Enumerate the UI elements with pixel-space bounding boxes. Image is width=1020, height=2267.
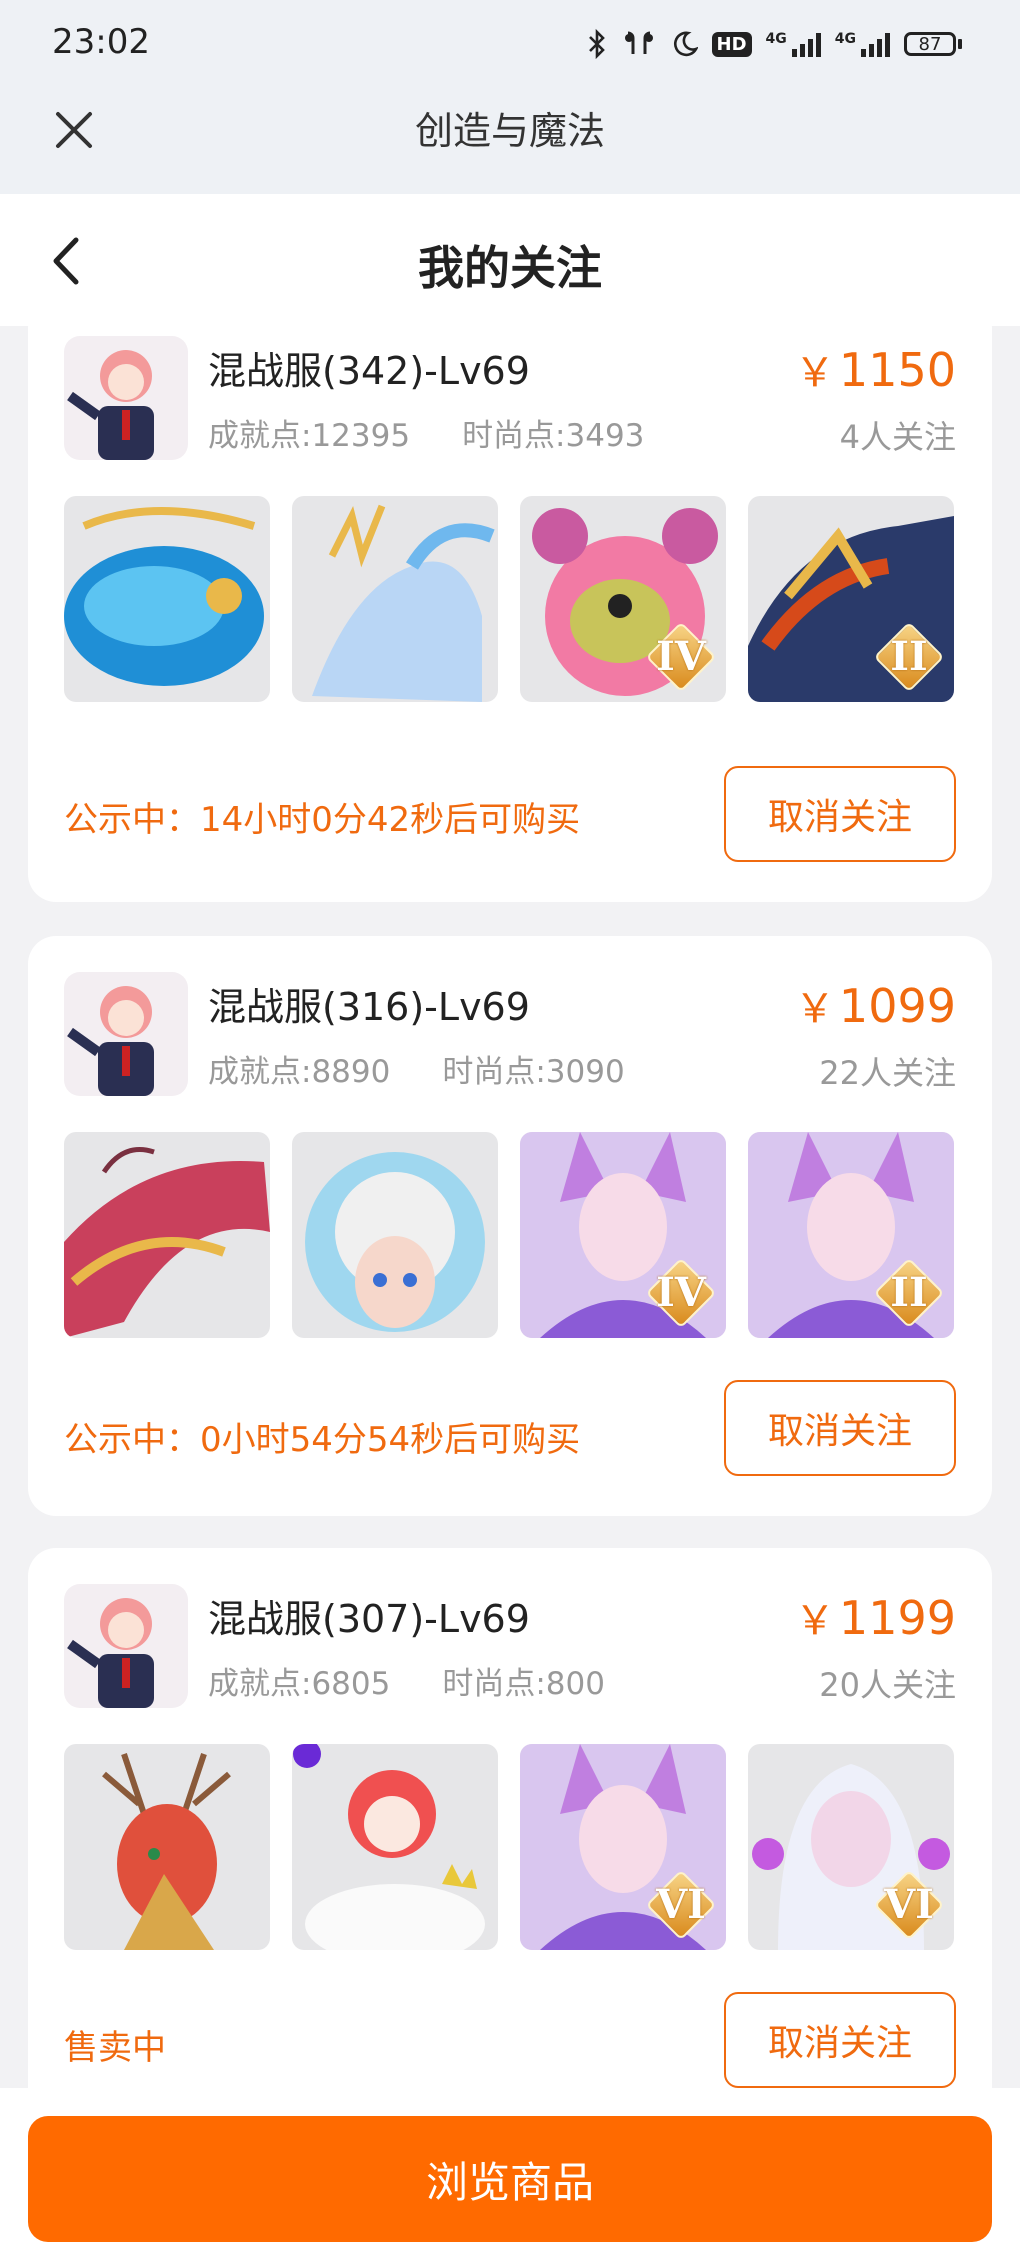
- achievement-points: 成就点:12395: [208, 418, 411, 454]
- bluetooth-icon: [586, 28, 608, 60]
- item-thumbnails: VI VI: [64, 1744, 954, 1950]
- listing-card[interactable]: 混战服(307)-Lv69 成就点:6805 时尚点:800 ￥1199 20人关…: [28, 1548, 992, 2088]
- signal-icon: 4G: [766, 31, 821, 57]
- achievement-points: 成就点:8890: [208, 1054, 391, 1090]
- browse-products-button[interactable]: 浏览商品: [28, 2116, 992, 2242]
- rank-badge: II: [873, 621, 945, 693]
- fashion-points: 时尚点:3090: [442, 1054, 625, 1090]
- moon-icon: [670, 30, 698, 58]
- earbuds-icon: [622, 29, 656, 59]
- item-thumbnail[interactable]: [64, 496, 270, 702]
- listing-card[interactable]: 混战服(316)-Lv69 成就点:8890 时尚点:3090 ￥1099 22人…: [28, 936, 992, 1516]
- rank-badge: IV: [645, 621, 717, 693]
- item-thumbnail[interactable]: [292, 1744, 498, 1950]
- follower-count: 22人关注: [819, 1054, 956, 1092]
- battery-icon: 87: [904, 32, 962, 56]
- item-thumbnail[interactable]: II: [748, 1132, 954, 1338]
- follower-count: 4人关注: [839, 418, 956, 456]
- unfollow-button[interactable]: 取消关注: [724, 1380, 956, 1476]
- stats: 成就点:12395 时尚点:3493: [208, 410, 644, 455]
- unfollow-button[interactable]: 取消关注: [724, 1992, 956, 2088]
- item-thumbnails: IV II: [64, 496, 954, 702]
- sale-status: 公示中：0小时54分54秒后可购买: [64, 1420, 581, 1460]
- sale-status: 售卖中: [64, 2028, 166, 2068]
- fashion-points: 时尚点:800: [442, 1666, 605, 1702]
- status-icons: HD 4G 4G 87: [586, 24, 962, 64]
- listing-card[interactable]: 混战服(342)-Lv69 成就点:12395 时尚点:3493 ￥1150 4人…: [28, 300, 992, 902]
- price: ￥1150: [794, 343, 956, 397]
- item-thumbnail[interactable]: [64, 1132, 270, 1338]
- item-thumbnail[interactable]: [64, 1744, 270, 1950]
- achievement-points: 成就点:6805: [208, 1666, 391, 1702]
- avatar: [64, 972, 188, 1096]
- avatar: [64, 336, 188, 460]
- item-thumbnail[interactable]: [292, 1132, 498, 1338]
- follower-count: 20人关注: [819, 1666, 956, 1704]
- app-title: 创造与魔法: [414, 109, 605, 153]
- stats: 成就点:6805 时尚点:800: [208, 1658, 605, 1703]
- item-thumbnail[interactable]: II: [748, 496, 954, 702]
- bottom-bar: 浏览商品: [0, 2088, 1020, 2267]
- status-time: 23:02: [52, 22, 150, 62]
- price: ￥1199: [794, 1591, 956, 1645]
- unfollow-button[interactable]: 取消关注: [724, 766, 956, 862]
- fashion-points: 时尚点:3493: [462, 418, 645, 454]
- item-thumbnail[interactable]: IV: [520, 496, 726, 702]
- item-thumbnail[interactable]: VI: [748, 1744, 954, 1950]
- item-thumbnail[interactable]: [292, 496, 498, 702]
- avatar: [64, 1584, 188, 1708]
- rank-badge: VI: [645, 1869, 717, 1941]
- stats: 成就点:8890 时尚点:3090: [208, 1046, 625, 1091]
- rank-badge: II: [873, 1257, 945, 1329]
- sale-status: 公示中：14小时0分42秒后可购买: [64, 800, 581, 840]
- rank-badge: VI: [873, 1869, 945, 1941]
- item-thumbnail[interactable]: VI: [520, 1744, 726, 1950]
- top-bar: 23:02 HD 4G 4G 87 创造与魔法: [0, 0, 1020, 194]
- battery-level: 87: [904, 32, 956, 56]
- item-thumbnail[interactable]: IV: [520, 1132, 726, 1338]
- server-name: 混战服(307)-Lv69: [208, 1597, 530, 1641]
- item-thumbnails: IV II: [64, 1132, 954, 1338]
- signal-icon: 4G: [835, 31, 890, 57]
- price: ￥1099: [794, 979, 956, 1033]
- rank-badge: IV: [645, 1257, 717, 1329]
- page-title: 我的关注: [418, 241, 602, 295]
- server-name: 混战服(316)-Lv69: [208, 985, 530, 1029]
- hd-icon: HD: [711, 31, 752, 57]
- server-name: 混战服(342)-Lv69: [208, 349, 530, 393]
